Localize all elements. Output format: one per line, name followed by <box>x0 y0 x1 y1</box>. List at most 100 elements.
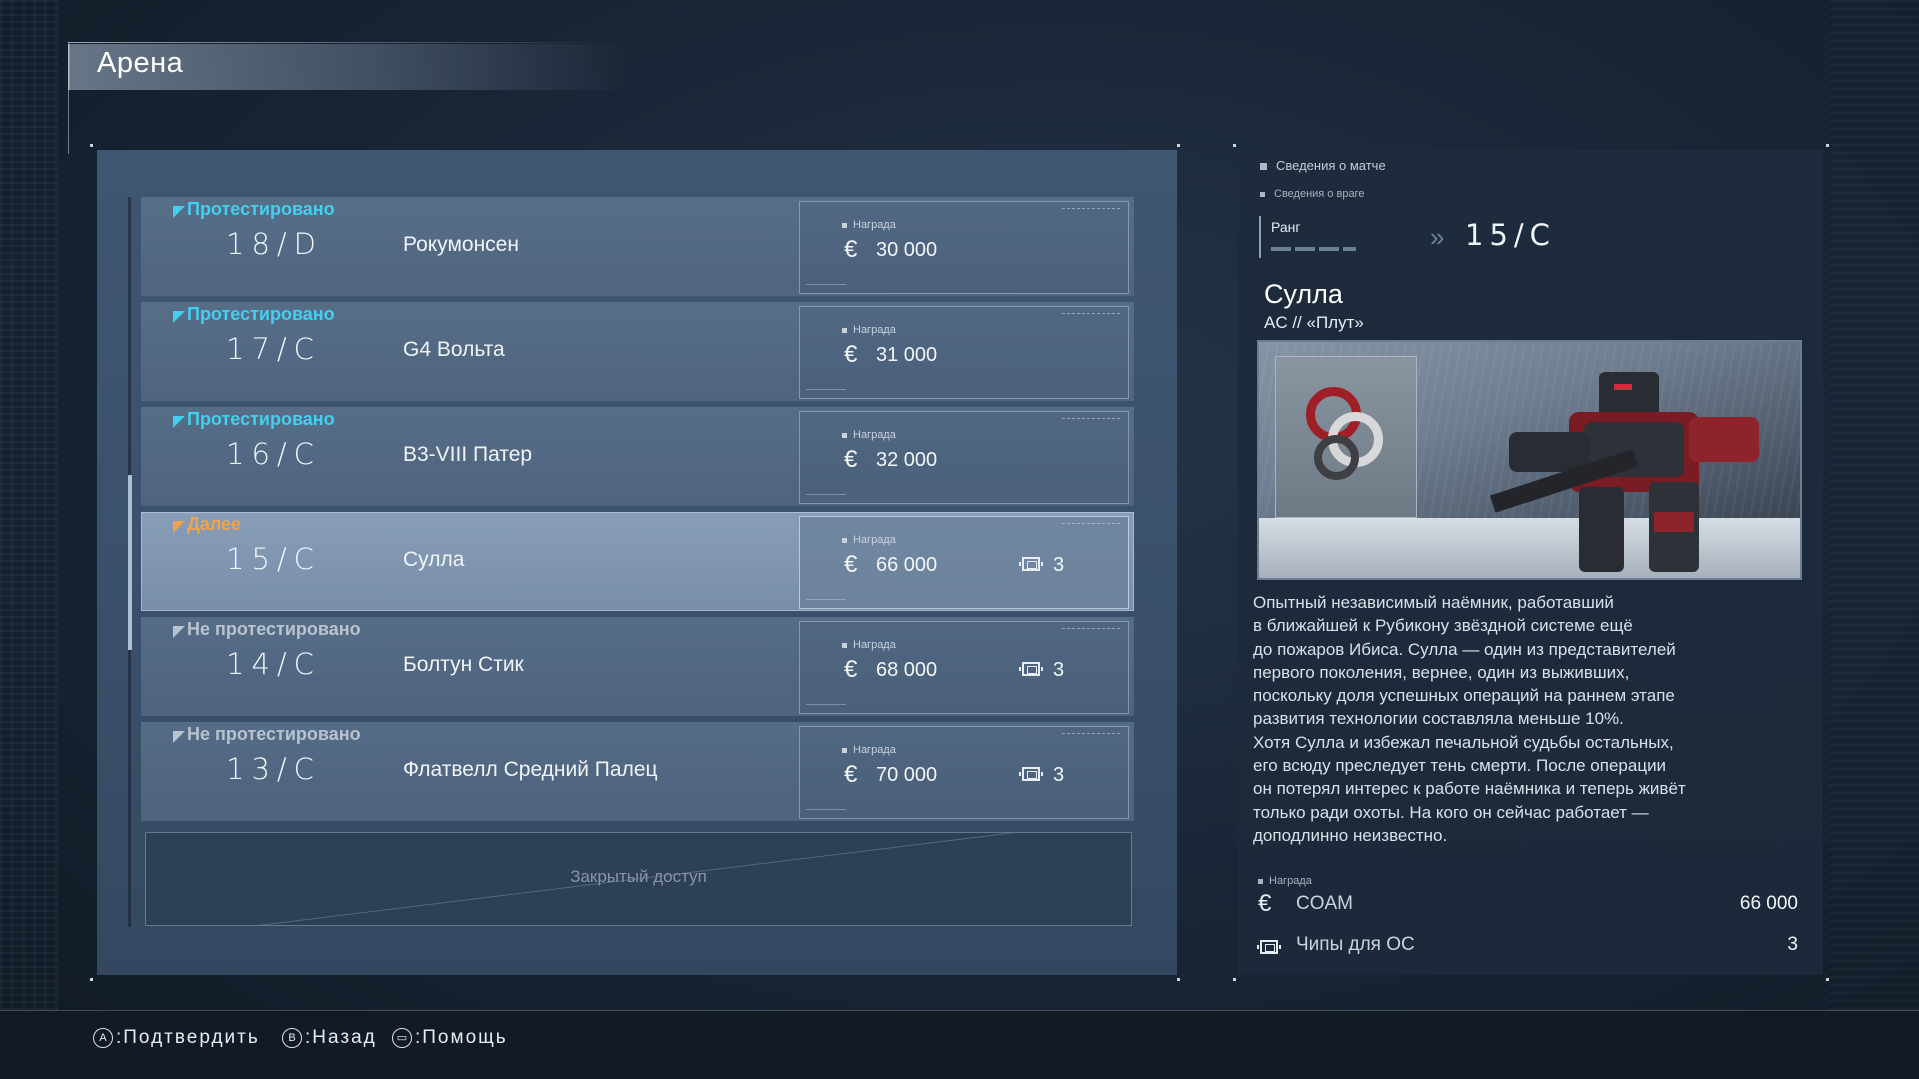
reward-label: Награда <box>842 639 896 651</box>
reward-box-decoration <box>806 389 846 390</box>
reward-box-decoration <box>806 599 846 600</box>
reward-label: Награда <box>842 219 896 231</box>
chip-count: 3 <box>1053 659 1065 681</box>
coam-currency-icon: € <box>844 446 858 473</box>
reward-row-chips: Чипы для ОС 3 <box>1257 931 1798 961</box>
flag-icon <box>173 206 185 218</box>
opponent-name: Болтун Стик <box>403 653 524 676</box>
arena-row[interactable]: Далее 15/C Сулла Награда €66 000 3 <box>141 512 1134 611</box>
arena-row[interactable]: Не протестировано 14/C Болтун Стик Награда €… <box>141 617 1134 716</box>
chip-count: 3 <box>1053 764 1065 786</box>
pilot-description: Опытный независимый наёмник, работавший … <box>1253 593 1686 845</box>
page-title: Арена <box>97 47 184 79</box>
reward-box: Награда €32 000 <box>799 411 1129 504</box>
reward-value: 66 000 <box>1739 893 1798 914</box>
arena-row[interactable]: Протестировано 16/C В3-VIII Патер Награда €3… <box>141 407 1134 506</box>
rank-value: 15/C <box>1465 218 1556 252</box>
match-status-label: Не протестировано <box>187 619 361 639</box>
reward-box-decoration <box>1062 313 1122 314</box>
ac-mech-image <box>1489 362 1779 572</box>
reward-section-label: Награда <box>1258 875 1312 887</box>
opponent-rank: 17/C <box>226 332 321 366</box>
opponent-name: Флатвелл Средний Палец <box>403 758 658 781</box>
opponent-rank: 14/C <box>226 647 321 681</box>
chip-icon <box>1257 940 1281 954</box>
corner-marker <box>1177 144 1180 147</box>
arena-row[interactable]: Не протестировано 13/C Флатвелл Средний Па… <box>141 722 1134 821</box>
pilot-portrait <box>1257 340 1802 580</box>
opponent-rank: 13/C <box>226 752 321 786</box>
opponent-name: Сулла <box>403 548 465 571</box>
reward-amount: 70 000 <box>876 764 938 786</box>
flag-icon <box>173 311 185 323</box>
match-status-label: Протестировано <box>187 409 335 429</box>
reward-amount: 31 000 <box>876 344 938 366</box>
match-status-label: Протестировано <box>187 199 335 219</box>
reward-box: Награда €68 000 3 <box>799 621 1129 714</box>
help-hint-label: :Помощь <box>415 1027 508 1048</box>
reward-box-decoration <box>1062 208 1122 209</box>
reward-amount: 68 000 <box>876 659 938 681</box>
tab-enemy-info[interactable]: Сведения о враге <box>1260 188 1364 200</box>
flag-icon <box>173 416 185 428</box>
title-divider <box>68 42 628 43</box>
scrollbar-thumb[interactable] <box>128 475 132 650</box>
reward-name: COAM <box>1296 893 1353 914</box>
emblem-ring <box>1314 435 1359 480</box>
match-status-label: Протестировано <box>187 304 335 324</box>
reward-box: Награда €66 000 3 <box>799 516 1129 609</box>
corner-marker <box>1826 144 1829 147</box>
corner-marker <box>1177 978 1180 981</box>
opponent-name: Рокумонсен <box>403 233 519 256</box>
tab-match-info[interactable]: Сведения о матче <box>1260 158 1386 173</box>
locked-slot: Закрытый доступ <box>145 832 1132 926</box>
pilot-emblem <box>1275 356 1417 518</box>
left-noise-decoration <box>0 0 58 1010</box>
reward-box-decoration <box>806 704 846 705</box>
reward-box-decoration <box>806 809 846 810</box>
opponent-rank: 16/C <box>226 437 321 471</box>
reward-box-decoration <box>1062 523 1122 524</box>
confirm-hint[interactable]: A:Подтвердить <box>93 1027 260 1049</box>
opponent-name: G4 Вольта <box>403 338 505 361</box>
arena-row[interactable]: Протестировано 17/C G4 Вольта Награда €31 00… <box>141 302 1134 401</box>
corner-marker <box>90 978 93 981</box>
reward-amount: 30 000 <box>876 239 938 261</box>
corner-marker <box>1826 978 1829 981</box>
arena-row[interactable]: Протестировано 18/D Рокумонсен Награда €30 0… <box>141 197 1134 296</box>
coam-currency-icon: € <box>844 656 858 683</box>
coam-currency-icon: € <box>844 761 858 788</box>
reward-box: Награда €30 000 <box>799 201 1129 294</box>
confirm-hint-label: :Подтвердить <box>116 1027 260 1048</box>
reward-box: Награда €31 000 <box>799 306 1129 399</box>
reward-value: 3 <box>1787 934 1798 955</box>
chip-icon <box>1019 662 1043 676</box>
arena-screen: Арена Протестировано 18/D Рокумонсен Наград… <box>0 0 1919 1079</box>
chip-icon <box>1019 557 1043 571</box>
reward-box-decoration <box>1062 628 1122 629</box>
back-hint-label: :Назад <box>305 1027 377 1048</box>
reward-amount: 32 000 <box>876 449 938 471</box>
coam-currency-icon: € <box>1258 890 1272 917</box>
a-button-icon: A <box>93 1028 113 1048</box>
view-button-icon: ▭ <box>392 1028 412 1048</box>
opponent-name: В3-VIII Патер <box>403 443 533 466</box>
ac-name: AC // «Плут» <box>1264 313 1364 332</box>
rank-label: Ранг <box>1271 219 1301 235</box>
match-status-label: Не протестировано <box>187 724 361 744</box>
opponent-rank: 18/D <box>226 227 324 261</box>
help-hint[interactable]: ▭:Помощь <box>392 1027 508 1049</box>
reward-box: Награда €70 000 3 <box>799 726 1129 819</box>
b-button-icon: B <box>282 1028 302 1048</box>
back-hint[interactable]: B:Назад <box>282 1027 377 1049</box>
chip-icon <box>1019 767 1043 781</box>
right-noise-decoration <box>1829 0 1919 1010</box>
reward-box-decoration <box>1062 418 1122 419</box>
reward-box-decoration <box>806 494 846 495</box>
rank-bars-decoration <box>1271 247 1356 251</box>
corner-marker <box>1233 978 1236 981</box>
chip-count: 3 <box>1053 554 1065 576</box>
coam-currency-icon: € <box>844 236 858 263</box>
reward-label: Награда <box>842 744 896 756</box>
opponent-rank: 15/C <box>226 542 321 576</box>
